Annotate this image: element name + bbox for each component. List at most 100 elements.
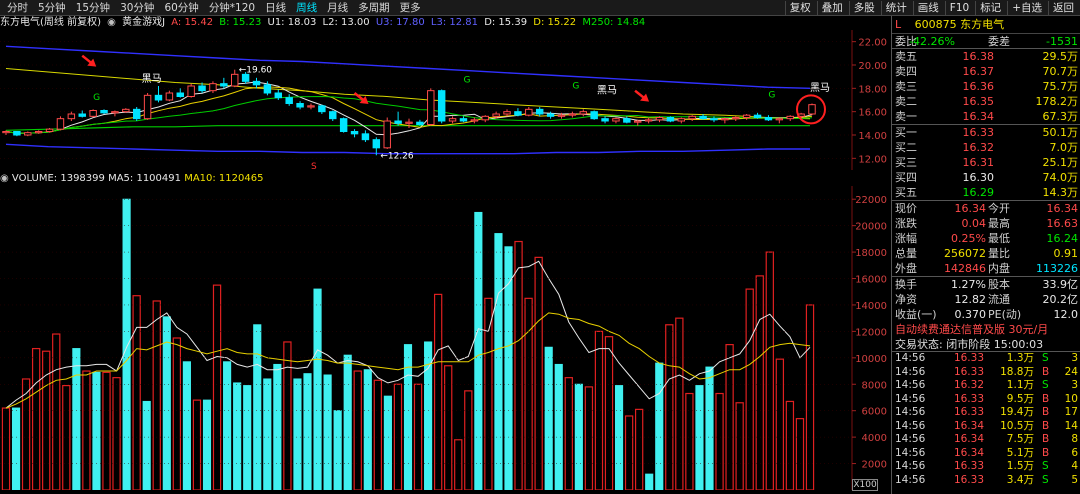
price-chart[interactable]: ←19.60←12.26黑马黑马 黑马GGGGS 22.0020.0018.001… (0, 30, 890, 170)
trade-side: S (1042, 352, 1049, 364)
volume-bar (564, 377, 573, 490)
signal-s-marker: S (311, 162, 317, 170)
period-toolbar: 分时 5分钟 15分钟 30分钟 60分钟 分钟*120 日线 周线 月线 多周期 更多 复权 叠加多… (0, 0, 1080, 16)
candle (514, 108, 522, 117)
trade-count: 3 (1071, 379, 1078, 391)
candle (764, 115, 773, 121)
tick-trade-row: 14:56 16.33 9.5万 B 10 (892, 393, 1080, 407)
fund-value: 33.9亿 (1042, 278, 1079, 291)
candle (372, 137, 381, 156)
candle (416, 119, 424, 126)
volume-bar (353, 370, 362, 490)
bid-level-row[interactable]: 买三 16.31 25.1万 (892, 155, 1080, 170)
candle (437, 89, 446, 124)
toolbar-button-4[interactable]: 画线 (912, 1, 943, 15)
period-tab-5[interactable]: 分钟*120 (204, 1, 260, 15)
ask-level-row[interactable]: 卖一 16.34 67.3万 (892, 109, 1080, 124)
volume-bar (765, 251, 774, 490)
tick-trade-row: 14:56 16.33 19.4万 B 17 (892, 406, 1080, 420)
period-tab-9[interactable]: 多周期 (353, 1, 395, 15)
indicator-value-d1: D: 15.39 (484, 17, 528, 28)
tick-trade-list[interactable]: 14:56 16.33 1.3万 S 3 14:56 16.33 18.8万 B … (892, 352, 1080, 487)
ask-level-row[interactable]: 卖三 16.36 75.7万 (892, 79, 1080, 94)
stat-label: 现价 (895, 202, 917, 215)
candle (2, 130, 10, 135)
bid-price: 16.33 (962, 126, 995, 139)
candle (231, 69, 239, 88)
period-tab-1[interactable]: 5分钟 (33, 1, 71, 15)
volume-bar (142, 400, 151, 490)
order-ratio-row: 委比 -42.26% 委差 -1531 (892, 34, 1080, 49)
trade-time: 14:56 (895, 406, 926, 418)
subscription-promo[interactable]: 自动续费通达信普及版 30元/月 (892, 322, 1080, 337)
toolbar-button-3[interactable]: 统计 (880, 1, 911, 15)
bid-level-row[interactable]: 买一 16.33 50.1万 (892, 125, 1080, 140)
toolbar-button-6[interactable]: 标记 (975, 1, 1005, 15)
bid-volume: 50.1万 (1042, 126, 1079, 139)
ask-level-row[interactable]: 卖四 16.37 70.7万 (892, 64, 1080, 79)
toolbar-button-7[interactable]: +自选 (1007, 1, 1046, 15)
candle (535, 107, 544, 117)
stock-code: 600875 (914, 18, 957, 31)
trade-time: 14:56 (895, 473, 926, 486)
trade-side: B (1042, 365, 1050, 378)
volume-axis-label: 10000 (855, 354, 887, 365)
bid-level-row[interactable]: 买二 16.32 7.0万 (892, 140, 1080, 155)
trade-price: 16.33 (953, 392, 984, 405)
volume-bar (534, 256, 543, 490)
toolbar-button-1[interactable]: 叠加 (816, 1, 847, 15)
trade-side: B (1042, 406, 1050, 418)
indicator-value-u1: U1: 18.03 (267, 17, 317, 28)
volume-axis-label: 16000 (855, 275, 887, 286)
tick-trade-row: 14:56 16.33 3.4万 S 5 (892, 474, 1080, 488)
stat-value: 16.34 (1046, 202, 1079, 215)
trade-side: B (1042, 446, 1050, 459)
indicator-name[interactable]: 黄金游戏J (122, 17, 165, 28)
trade-status: 交易状态: 闭市阶段 15:00:03 (892, 337, 1080, 352)
volume-bar (283, 341, 292, 490)
bid-label: 买一 (895, 126, 917, 139)
candle (285, 94, 293, 106)
bid-price: 16.29 (962, 186, 995, 199)
ask-level-row[interactable]: 卖二 16.35 178.2万 (892, 94, 1080, 109)
candle (590, 110, 598, 120)
toolbar-button-2[interactable]: 多股 (848, 1, 879, 15)
toolbar-button-5[interactable]: F10 (944, 1, 973, 15)
ask-label: 卖三 (895, 80, 917, 93)
bid-level-row[interactable]: 买四 16.30 74.0万 (892, 170, 1080, 185)
period-tab-3[interactable]: 30分钟 (115, 1, 159, 15)
period-tab-6[interactable]: 日线 (260, 1, 291, 15)
trade-volume: 18.8万 (1000, 365, 1034, 378)
trade-side: S (1042, 460, 1049, 472)
toolbar-button-0[interactable]: 复权 (784, 1, 815, 15)
volume-bar (373, 379, 383, 490)
period-tab-4[interactable]: 60分钟 (159, 1, 203, 15)
candle (89, 109, 97, 118)
volume-bar (735, 402, 744, 490)
indicator-dropdown-icon[interactable]: ◉ (107, 17, 116, 28)
bid-level-row[interactable]: 买五 16.29 14.3万 (892, 185, 1080, 200)
volume-dropdown-icon[interactable]: ◉ (0, 173, 9, 184)
volume-bar (333, 410, 342, 490)
trade-price: 16.33 (953, 460, 984, 472)
candle (503, 109, 511, 117)
ask-level-row[interactable]: 卖五 16.38 29.5万 (892, 49, 1080, 64)
trade-volume: 1.3万 (1006, 352, 1034, 364)
ask-volume: 70.7万 (1042, 65, 1079, 78)
volume-chart[interactable]: 22000 20000 18000 16000 14000 12000 10000 8000 6… (0, 186, 890, 490)
toolbar-button-8[interactable]: 返回 (1048, 1, 1078, 15)
ask-volume: 75.7万 (1042, 80, 1079, 93)
period-tab-7[interactable]: 周线 (291, 1, 322, 15)
candle (644, 117, 653, 124)
period-tab-10[interactable]: 更多 (395, 1, 426, 15)
volume-bar (122, 198, 131, 490)
volume-bar (604, 336, 614, 490)
diff-value: -1531 (1046, 35, 1078, 48)
period-tab-8[interactable]: 月线 (322, 1, 353, 15)
period-tab-2[interactable]: 15分钟 (71, 1, 115, 15)
fund-value: 12.0 (1053, 308, 1079, 321)
period-tab-0[interactable]: 分时 (2, 1, 33, 15)
volume-bar (614, 385, 624, 490)
volume-bar (11, 407, 21, 490)
candle (634, 119, 642, 126)
